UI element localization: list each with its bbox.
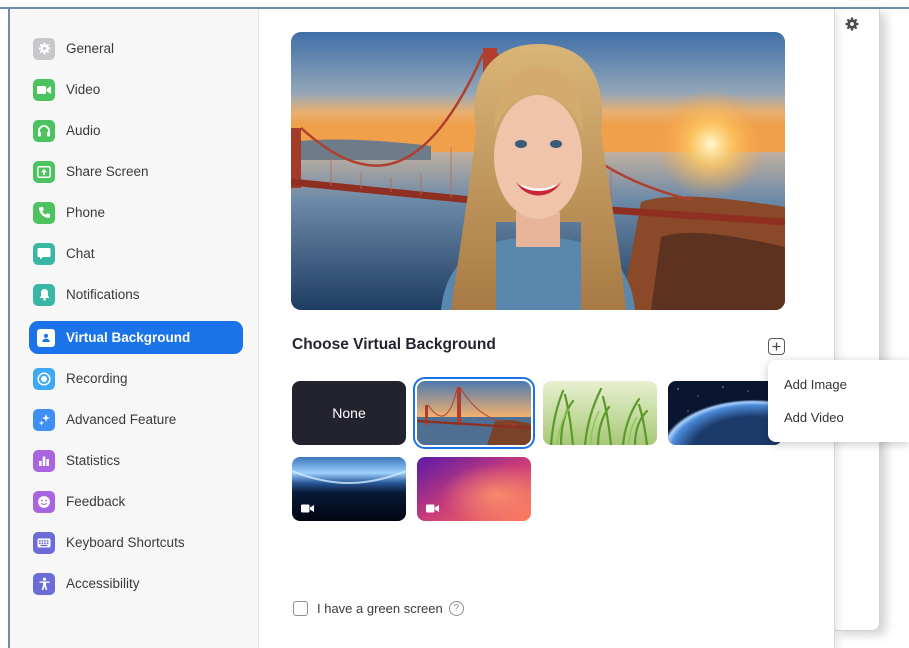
sidebar-item-label: Advanced Feature [66, 412, 177, 427]
sidebar-item-virtual-background[interactable]: Virtual Background [29, 321, 243, 354]
bell-icon [33, 283, 55, 306]
grass-thumbnail [543, 381, 657, 445]
sparkle-icon [33, 408, 55, 431]
plus-icon [772, 342, 781, 351]
video-icon [426, 504, 439, 513]
background-option-earth-horizon-video[interactable] [292, 457, 406, 521]
keyboard-icon [33, 531, 55, 554]
sidebar-item-label: Statistics [66, 453, 121, 468]
gear-icon[interactable] [845, 17, 859, 31]
sidebar-item-chat[interactable]: Chat [29, 237, 243, 270]
background-option-golden-gate[interactable] [413, 377, 535, 449]
earth-space-thumbnail [668, 381, 782, 445]
sidebar-item-audio[interactable]: Audio [29, 114, 243, 147]
sidebar-item-accessibility[interactable]: Accessibility [29, 567, 243, 600]
share-screen-icon [33, 160, 55, 183]
background-option-earth-space[interactable] [668, 381, 782, 445]
sidebar-item-label: Keyboard Shortcuts [66, 535, 185, 550]
sidebar-item-label: Feedback [66, 494, 126, 509]
background-window-panel [834, 9, 880, 631]
section-title: Choose Virtual Background [292, 336, 496, 353]
bar-chart-icon [33, 449, 55, 472]
sidebar-item-label: Audio [66, 123, 101, 138]
sidebar-item-recording[interactable]: Recording [29, 362, 243, 395]
menu-item-add-image[interactable]: Add Image [784, 377, 847, 392]
sidebar-item-statistics[interactable]: Statistics [29, 444, 243, 477]
sidebar-item-label: Phone [66, 205, 106, 220]
menu-item-add-video[interactable]: Add Video [784, 410, 844, 425]
sidebar-item-phone[interactable]: Phone [29, 196, 243, 229]
green-screen-checkbox[interactable] [293, 601, 308, 616]
sidebar-item-label: Recording [66, 371, 128, 386]
sidebar-item-label: Video [66, 82, 101, 97]
video-icon [33, 78, 55, 101]
sidebar-item-keyboard-shortcuts[interactable]: Keyboard Shortcuts [29, 526, 243, 559]
green-screen-label: I have a green screen [317, 601, 443, 616]
none-label: None [332, 405, 366, 421]
background-option-none[interactable]: None [292, 381, 406, 445]
person-background-icon [37, 328, 55, 347]
settings-sidebar: General Video Audio Share Screen Phone C… [10, 9, 259, 648]
help-icon[interactable]: ? [448, 601, 464, 616]
sidebar-item-label: Chat [66, 246, 95, 261]
sidebar-item-label: General [66, 41, 115, 56]
add-background-button[interactable] [768, 338, 785, 355]
background-preview [291, 32, 785, 310]
chat-icon [33, 242, 55, 265]
sidebar-item-notifications[interactable]: Notifications [29, 278, 243, 311]
sidebar-item-advanced-feature[interactable]: Advanced Feature [29, 403, 243, 436]
sidebar-item-video[interactable]: Video [29, 73, 243, 106]
green-screen-option: I have a green screen ? [293, 601, 464, 616]
add-background-menu: Add Image Add Video [768, 360, 909, 442]
record-icon [33, 367, 55, 390]
smiley-icon [33, 490, 55, 513]
sidebar-item-label: Share Screen [66, 164, 149, 179]
sidebar-item-label: Accessibility [66, 576, 140, 591]
phone-icon [33, 201, 55, 224]
sidebar-item-label: Virtual Background [66, 330, 191, 345]
preview-image [291, 32, 785, 310]
sidebar-item-general[interactable]: General [29, 32, 243, 65]
background-option-gradient-video[interactable] [417, 457, 531, 521]
background-option-grass[interactable] [543, 381, 657, 445]
gear-icon [33, 37, 55, 60]
sidebar-item-share-screen[interactable]: Share Screen [29, 155, 243, 188]
sidebar-item-feedback[interactable]: Feedback [29, 485, 243, 518]
sidebar-item-label: Notifications [66, 287, 140, 302]
video-icon [301, 504, 314, 513]
golden-gate-thumbnail [417, 381, 531, 445]
accessibility-icon [33, 572, 55, 595]
headphones-icon [33, 119, 55, 142]
